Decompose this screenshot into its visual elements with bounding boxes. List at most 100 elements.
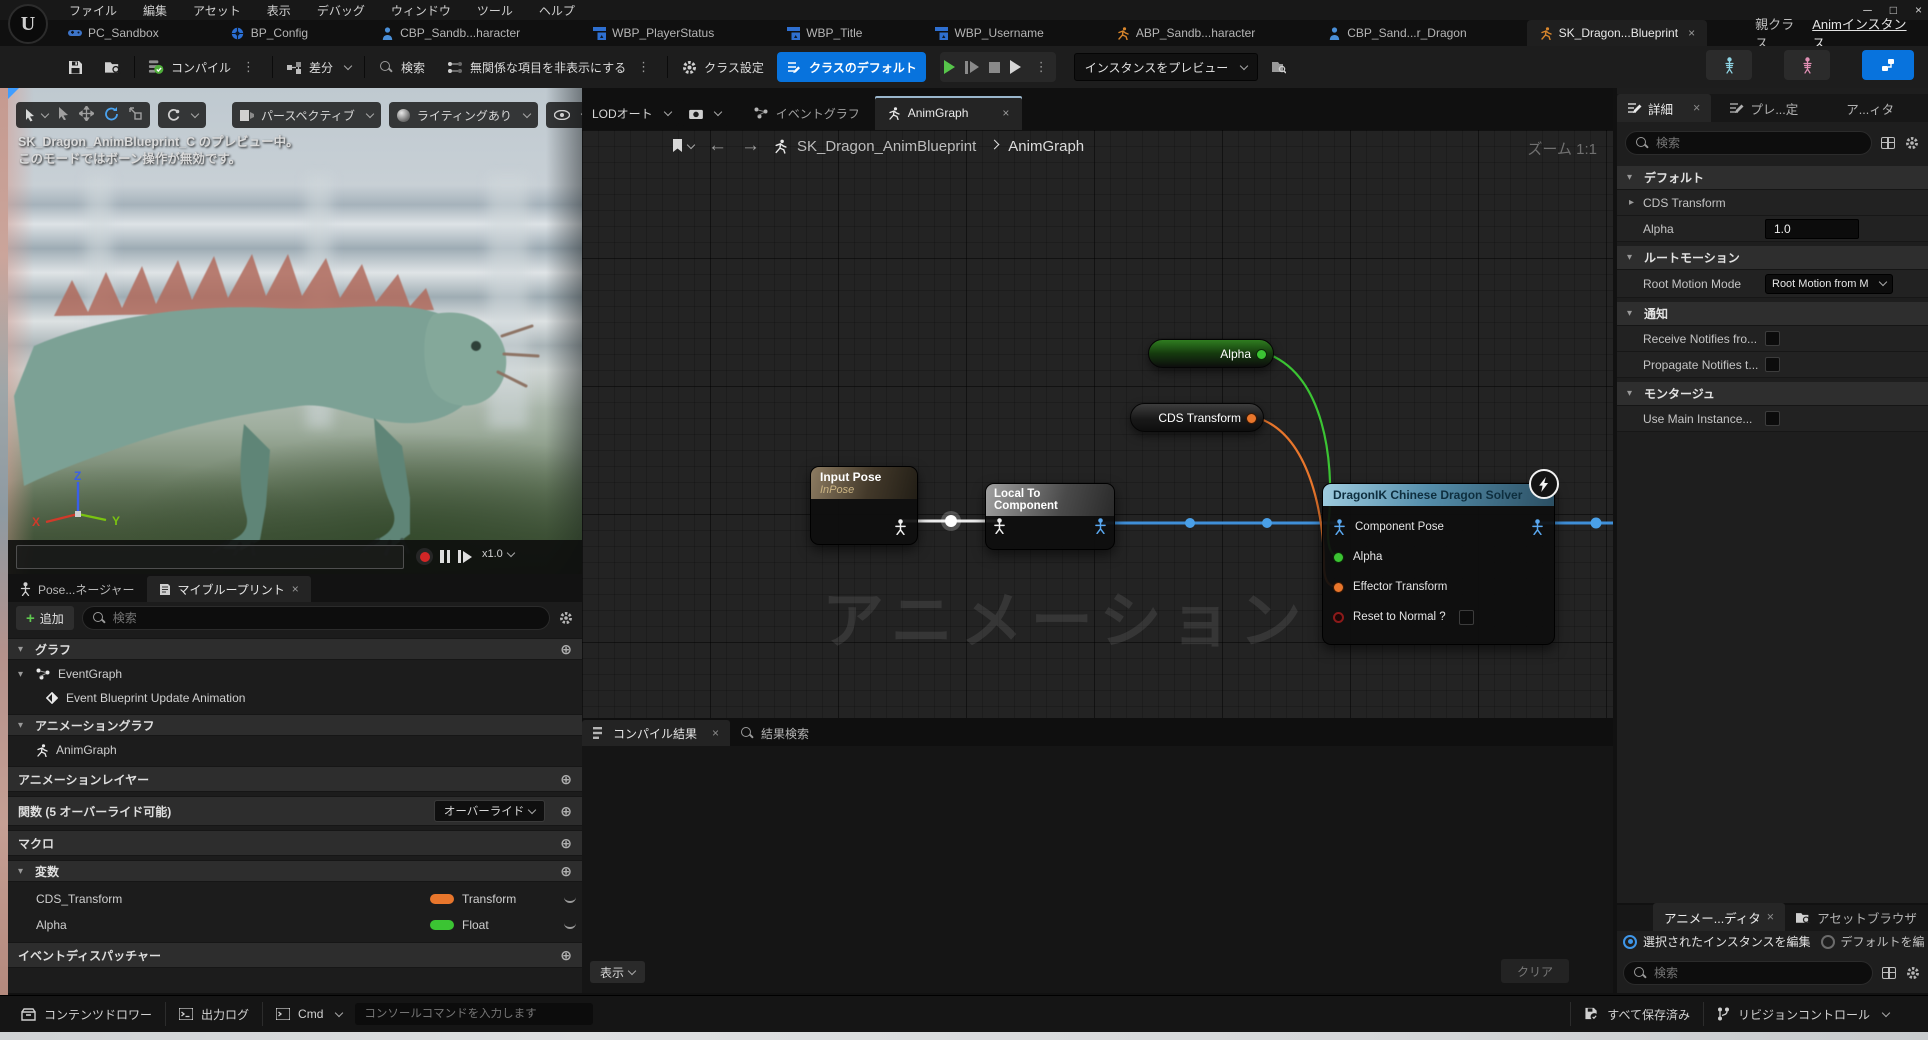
tab-close-icon[interactable]: ×: [1693, 101, 1700, 115]
event-update-row[interactable]: Event Blueprint Update Animation: [8, 686, 582, 710]
alpha-value-field[interactable]: 1.0: [1765, 219, 1859, 239]
graphs-section-header[interactable]: ▾ グラフ ⊕: [8, 638, 582, 660]
edit-selected-instance-radio[interactable]: [1623, 935, 1637, 949]
class-settings-button[interactable]: クラス設定: [672, 52, 773, 82]
node-input-pose[interactable]: Input Pose InPose: [810, 466, 918, 545]
add-macro-icon[interactable]: ⊕: [560, 835, 572, 852]
lit-mode-dropdown[interactable]: ライティングあり: [389, 102, 538, 128]
node-dragonik-solver[interactable]: DragonIK Chinese Dragon Solver Component…: [1322, 483, 1555, 645]
find-button[interactable]: 検索: [369, 52, 434, 82]
float-output-pin[interactable]: [1256, 349, 1267, 360]
anim-panel-search-input[interactable]: [1654, 966, 1862, 980]
edit-defaults-radio[interactable]: [1821, 935, 1835, 949]
tab-close-icon[interactable]: ×: [712, 726, 719, 740]
tab-anim-editor[interactable]: ア...ィタ: [1835, 94, 1905, 122]
browse-asset-button[interactable]: [96, 52, 130, 82]
menu-view[interactable]: 表示: [254, 2, 304, 19]
anim-graphs-section-header[interactable]: ▾ アニメーショングラフ: [8, 714, 582, 736]
details-search[interactable]: [1625, 131, 1872, 155]
add-layer-icon[interactable]: ⊕: [560, 771, 572, 788]
anim-panel-search[interactable]: [1623, 961, 1873, 985]
step-forward-icon[interactable]: [458, 550, 472, 563]
menu-window[interactable]: ウィンドウ: [378, 2, 464, 19]
tab-close-icon[interactable]: ×: [1002, 106, 1009, 120]
graph-canvas[interactable]: ← → SK_Dragon_AnimBlueprint AnimGraph ズー…: [582, 130, 1613, 718]
frame-skip-icon[interactable]: [965, 61, 979, 74]
content-drawer-button[interactable]: コンテンツドロワー: [8, 996, 165, 1033]
hide-unrelated-button[interactable]: 無関係な項目を非表示にする ⋮: [438, 52, 663, 82]
tab-wbp-title[interactable]: WBP_Title: [774, 20, 874, 46]
menu-file[interactable]: ファイル: [56, 2, 130, 19]
output-log-button[interactable]: 出力ログ: [166, 996, 262, 1033]
tab-close-icon[interactable]: ×: [1767, 910, 1774, 924]
save-status-button[interactable]: すべて保存済み: [1571, 996, 1703, 1033]
tab-animgraph[interactable]: AnimGraph ×: [875, 96, 1023, 130]
console-command-input[interactable]: [364, 1008, 584, 1020]
default-category-header[interactable]: ▾ デフォルト: [1617, 166, 1928, 190]
revision-control-button[interactable]: リビジョンコントロール: [1704, 996, 1902, 1033]
add-graph-icon[interactable]: ⊕: [560, 641, 572, 658]
tab-anim-editor-panel[interactable]: アニメー...ディタ ×: [1653, 903, 1785, 931]
class-defaults-button[interactable]: クラスのデフォルト: [777, 52, 926, 82]
clear-button[interactable]: クリア: [1501, 959, 1569, 983]
tab-close-icon[interactable]: ×: [292, 582, 299, 596]
record-icon[interactable]: [416, 548, 433, 565]
reset-checkbox[interactable]: [1459, 610, 1474, 625]
lod-auto-button[interactable]: LODオート: [584, 100, 679, 126]
tab-eventgraph[interactable]: イベントグラフ: [741, 96, 873, 130]
preview-viewport[interactable]: パースペクティブ ライティングあり LODオート SK_Dragon_AnimB: [8, 88, 656, 574]
play-icon[interactable]: [944, 60, 955, 74]
snap-rotate-dropdown[interactable]: [158, 102, 206, 128]
tab-cbp-sand-dragon[interactable]: CBP_Sand...r_Dragon: [1315, 20, 1478, 46]
effector-transform-input-pin[interactable]: [1333, 582, 1344, 593]
variables-section-header[interactable]: ▾ 変数 ⊕: [8, 860, 582, 882]
add-function-icon[interactable]: ⊕: [560, 803, 572, 820]
variable-row-cds[interactable]: CDS_Transform Transform: [8, 886, 582, 912]
tab-compile-results[interactable]: コンパイル結果 ×: [582, 720, 730, 746]
dispatchers-section-header[interactable]: イベントディスパッチャー ⊕: [8, 942, 582, 968]
cds-transform-row[interactable]: ▸ CDS Transform: [1617, 190, 1928, 216]
diff-button[interactable]: 差分: [277, 52, 360, 82]
compile-button[interactable]: コンパイル ⋮: [139, 52, 268, 82]
console-command-input-box[interactable]: [355, 1003, 593, 1025]
playback-speed-dropdown[interactable]: x1.0: [482, 548, 514, 560]
hide-unrelated-options-icon[interactable]: ⋮: [633, 59, 654, 75]
tab-details[interactable]: 詳細 ×: [1617, 94, 1711, 122]
tab-my-blueprint[interactable]: マイブループリント ×: [147, 576, 311, 602]
select-tool-icon[interactable]: [58, 107, 69, 123]
reset-bool-input-pin[interactable]: [1333, 612, 1344, 623]
add-button[interactable]: ⊕ + 追加: [16, 606, 74, 630]
menu-help[interactable]: ヘルプ: [526, 2, 588, 19]
pause-icon[interactable]: [440, 550, 450, 563]
settings-gear-icon[interactable]: [1905, 965, 1921, 981]
stop-icon[interactable]: [989, 62, 1000, 73]
perspective-dropdown[interactable]: パースペクティブ: [232, 102, 381, 128]
tab-find-results[interactable]: 結果検索: [730, 720, 820, 746]
menu-edit[interactable]: 編集: [130, 2, 180, 19]
macros-section-header[interactable]: マクロ ⊕: [8, 830, 582, 856]
component-pose-input-pin[interactable]: [1333, 519, 1346, 535]
component-pose-output-pin[interactable]: [1531, 519, 1544, 535]
menu-asset[interactable]: アセット: [180, 2, 254, 19]
tab-sk-dragon-blueprint[interactable]: SK_Dragon...Blueprint ×: [1527, 20, 1707, 46]
tab-pc-sandbox[interactable]: PC_Sandbox: [56, 20, 171, 46]
functions-section-header[interactable]: 関数 (5 オーバーライド可能) オーバーライド ⊕: [8, 796, 582, 826]
transform-output-pin[interactable]: [1246, 413, 1257, 424]
screenshot-button[interactable]: [681, 100, 729, 126]
alpha-input-pin[interactable]: [1333, 552, 1344, 563]
pose-output-pin[interactable]: [894, 519, 907, 535]
menu-tools[interactable]: ツール: [464, 2, 526, 19]
tab-pose-manager[interactable]: Pose...ネージャー: [8, 576, 147, 602]
anim-layers-section-header[interactable]: アニメーションレイヤー ⊕: [8, 766, 582, 792]
timeline-track[interactable]: [16, 545, 404, 569]
my-blueprint-search-input[interactable]: [113, 611, 539, 625]
compile-options-icon[interactable]: ⋮: [238, 59, 259, 75]
skeletal-mesh-button[interactable]: [1784, 50, 1830, 80]
component-pose-output-pin[interactable]: [1094, 518, 1107, 534]
add-dispatcher-icon[interactable]: ⊕: [560, 947, 572, 964]
menu-debug[interactable]: デバッグ: [304, 2, 378, 19]
tab-wbp-playerstatus[interactable]: WBP_PlayerStatus: [580, 20, 726, 46]
eye-closed-icon[interactable]: [564, 922, 576, 929]
root-motion-mode-dropdown[interactable]: Root Motion from M: [1765, 274, 1893, 294]
preview-instance-dropdown[interactable]: インスタンスをプレビュー: [1074, 53, 1259, 81]
